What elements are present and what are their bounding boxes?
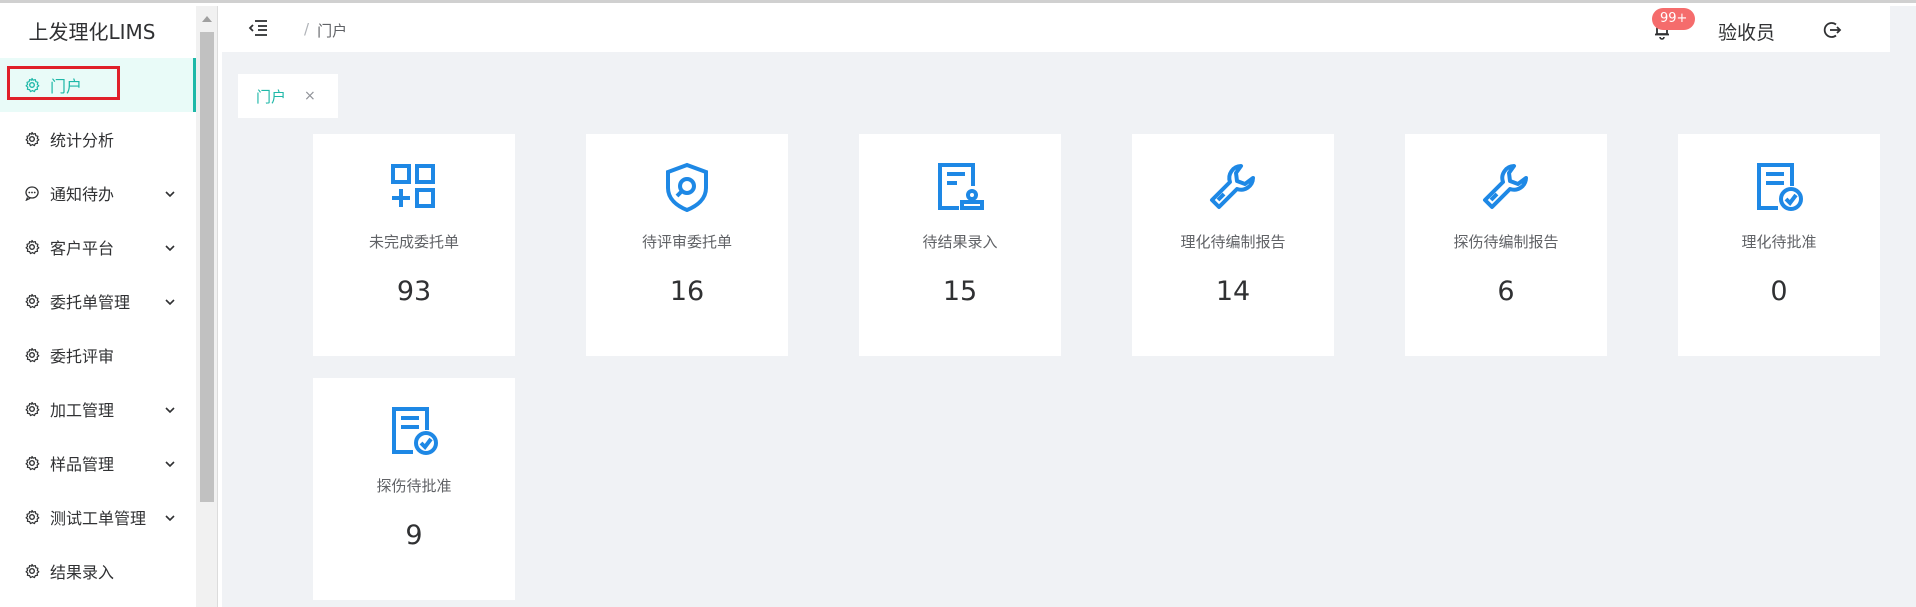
gear-icon xyxy=(24,347,40,363)
sidebar-item-label: 通知待办 xyxy=(50,185,115,204)
document-stamp-icon xyxy=(935,162,985,212)
stat-card-label: 待结果录入 xyxy=(922,233,998,251)
stat-card[interactable]: 待结果录入 15 xyxy=(859,134,1061,356)
sidebar-item[interactable]: 门户 xyxy=(0,58,196,112)
stat-card-value: 0 xyxy=(1770,276,1788,307)
stat-card-label: 未完成委托单 xyxy=(368,233,459,251)
stat-card-label: 探伤待编制报告 xyxy=(1453,233,1559,251)
sidebar-item-label: 结果录入 xyxy=(50,563,115,582)
breadcrumb: / 门户 xyxy=(304,20,347,41)
sidebar-item[interactable]: 测试工单管理 xyxy=(0,490,196,544)
chevron-down-icon xyxy=(164,293,176,306)
gear-icon xyxy=(24,77,40,93)
tab-portal[interactable]: 门户 × xyxy=(238,74,338,118)
chevron-down-icon xyxy=(164,455,176,468)
stat-card[interactable]: 理化待编制报告 14 xyxy=(1132,134,1334,356)
tabs-bar: 门户 × xyxy=(222,52,1890,132)
sidebar-item-label: 统计分析 xyxy=(50,131,115,150)
sidebar-scrollbar[interactable] xyxy=(196,6,218,607)
sidebar-item[interactable]: 加工管理 xyxy=(0,382,196,436)
chevron-down-icon xyxy=(164,509,176,522)
stat-card[interactable]: 理化待批准 0 xyxy=(1678,134,1880,356)
main-content: / 门户 99+ 验收员 门户 × 未完成委托单 93 待评审委托单 16 待结果录入 1 xyxy=(222,6,1916,607)
stat-card-label: 理化待编制报告 xyxy=(1180,233,1286,251)
stat-card-value: 14 xyxy=(1215,276,1251,307)
wrench-icon xyxy=(1208,162,1258,212)
tab-close-icon[interactable]: × xyxy=(304,88,316,104)
menu-fold-icon[interactable] xyxy=(248,19,268,37)
user-name[interactable]: 验收员 xyxy=(1718,18,1775,45)
chevron-down-icon xyxy=(164,185,176,198)
sidebar-item-label: 加工管理 xyxy=(50,401,115,420)
tab-label: 门户 xyxy=(256,87,287,106)
stat-card-label: 探伤待批准 xyxy=(376,477,452,495)
sidebar-item-label: 委托单管理 xyxy=(50,293,131,312)
logout-icon[interactable] xyxy=(1822,20,1842,40)
scrollbar-thumb[interactable] xyxy=(200,32,214,502)
stat-card-value: 16 xyxy=(669,276,705,307)
scroll-up-arrow-icon[interactable] xyxy=(202,16,212,22)
shield-search-icon xyxy=(662,162,712,213)
stat-card-label: 待评审委托单 xyxy=(641,233,732,251)
breadcrumb-separator: / xyxy=(304,20,310,38)
sidebar-item-label: 测试工单管理 xyxy=(50,509,147,528)
sidebar-item[interactable]: 通知待办 xyxy=(0,166,196,220)
sidebar-item[interactable]: 结果录入 xyxy=(0,544,196,598)
notification-badge: 99+ xyxy=(1652,8,1696,30)
sidebar-item[interactable]: 客户平台 xyxy=(0,220,196,274)
sidebar-item[interactable]: 委托单管理 xyxy=(0,274,196,328)
sidebar-item-label: 样品管理 xyxy=(50,455,115,474)
sidebar: 上发理化LIMS 门户统计分析通知待办客户平台委托单管理委托评审加工管理样品管理… xyxy=(0,6,196,607)
app-window: 上发理化LIMS 门户统计分析通知待办客户平台委托单管理委托评审加工管理样品管理… xyxy=(0,0,1916,607)
sidebar-item[interactable]: 统计分析 xyxy=(0,112,196,166)
sidebar-menu: 门户统计分析通知待办客户平台委托单管理委托评审加工管理样品管理测试工单管理 结果录… xyxy=(0,58,196,598)
wrench-icon xyxy=(1481,162,1531,212)
stat-card-value: 15 xyxy=(942,276,978,307)
sidebar-item-label: 客户平台 xyxy=(50,239,115,258)
gear-icon xyxy=(24,293,40,309)
gear-icon xyxy=(24,239,40,255)
stat-card[interactable]: 未完成委托单 93 xyxy=(313,134,515,356)
document-check-icon xyxy=(1754,162,1804,212)
grid-add-icon xyxy=(389,162,439,212)
stat-card[interactable]: 待评审委托单 16 xyxy=(586,134,788,356)
gear-icon xyxy=(24,131,40,147)
breadcrumb-item-portal[interactable]: 门户 xyxy=(317,20,347,41)
sidebar-item[interactable]: 委托评审 xyxy=(0,328,196,382)
gear-icon xyxy=(24,401,40,417)
gear-icon xyxy=(24,563,40,579)
chevron-down-icon xyxy=(164,401,176,414)
app-logo-title: 上发理化LIMS xyxy=(28,19,156,44)
stat-card-value: 9 xyxy=(405,520,423,551)
sidebar-item-label: 门户 xyxy=(50,77,83,96)
gear-icon xyxy=(24,455,40,471)
stat-card[interactable]: 探伤待编制报告 6 xyxy=(1405,134,1607,356)
top-navbar: / 门户 99+ 验收员 xyxy=(222,6,1890,52)
stat-card-value: 6 xyxy=(1497,276,1515,307)
document-check-icon xyxy=(389,406,439,456)
sidebar-item[interactable]: 样品管理 xyxy=(0,436,196,490)
chat-bubble-icon xyxy=(24,185,40,201)
gear-icon xyxy=(24,509,40,525)
sidebar-item-label: 委托评审 xyxy=(50,347,115,366)
stat-card-label: 理化待批准 xyxy=(1741,233,1817,251)
stat-card[interactable]: 探伤待批准 9 xyxy=(313,378,515,600)
chevron-down-icon xyxy=(164,239,176,252)
stat-card-value: 93 xyxy=(396,276,432,307)
